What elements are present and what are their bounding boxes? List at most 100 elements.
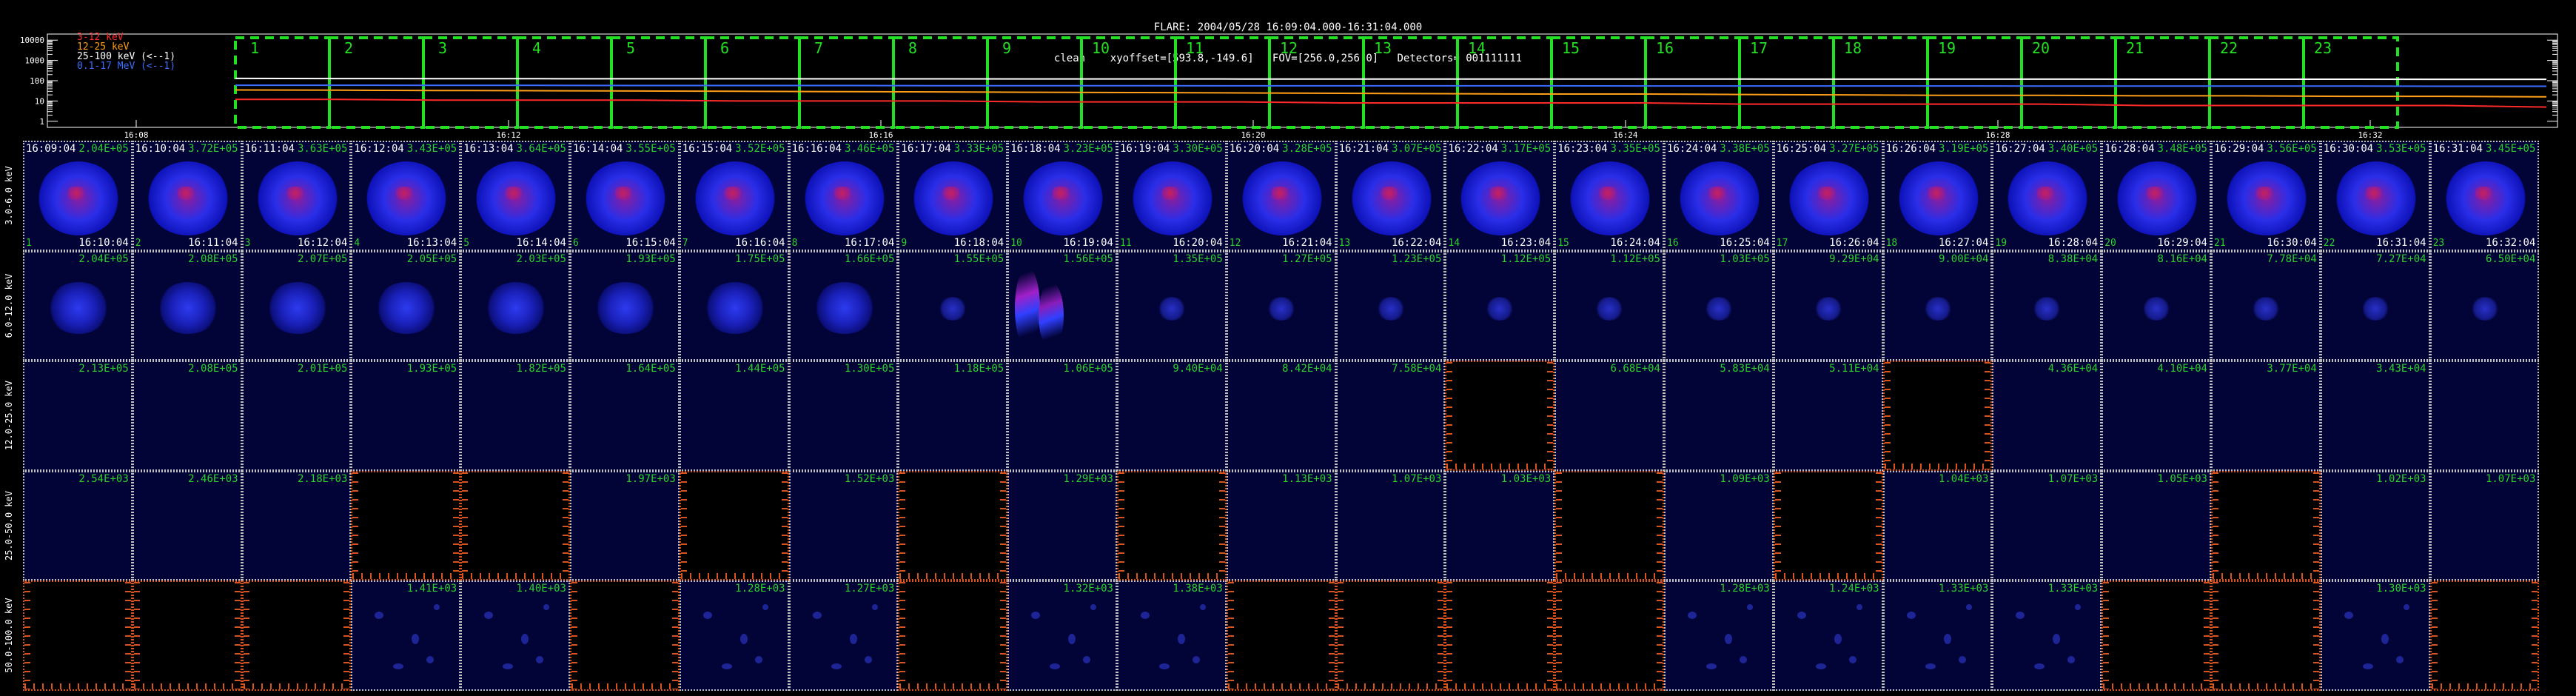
panel-index: 15 [1557, 237, 1569, 249]
source-emission [1268, 187, 1291, 200]
panel-start-time: 16:17:04 [901, 143, 951, 155]
panel-flux: 2.07E+05 [297, 252, 348, 265]
panel-index: 23 [2432, 237, 2445, 249]
image-panel: 9.00E+04 [1882, 250, 1993, 361]
panel-flux: 1.75E+05 [735, 252, 785, 265]
source-emission [2403, 604, 2409, 610]
panel-ticks [1337, 683, 1444, 689]
interval-label: 21 [2126, 39, 2144, 57]
panel-index: 3 [244, 237, 251, 249]
source-emission [864, 656, 872, 663]
source-emission [1157, 296, 1187, 321]
image-panel [351, 470, 461, 580]
source-emission [1704, 296, 1734, 321]
image-panel: 7.58E+04 [1335, 361, 1446, 471]
source-emission [1922, 296, 1953, 321]
panel-index: 18 [1885, 237, 1898, 249]
image-panel: 1.12E+05 [1554, 250, 1664, 361]
source-emission [702, 612, 712, 619]
interval-label: 14 [1468, 39, 1486, 57]
image-panel: 2.07E+05 [241, 250, 352, 361]
panel-end-time: 16:16:04 [735, 236, 785, 249]
panel-ticks [1337, 582, 1344, 689]
interval-label: 22 [2220, 39, 2238, 57]
panel-start-time: 16:18:04 [1010, 143, 1061, 155]
source-emission [1925, 187, 1948, 200]
panel-ticks [2213, 472, 2218, 579]
panel-end-time: 16:14:04 [516, 236, 566, 249]
panel-flux: 8.38E+04 [2047, 252, 2099, 265]
panel-ticks [1556, 683, 1663, 689]
panel-ticks [571, 683, 678, 689]
image-panel: 16:14:04 3.55E+05 16:15:04 6 [570, 141, 680, 251]
interval-label: 12 [1280, 39, 1298, 57]
panel-flux: 2.04E+05 [78, 143, 129, 155]
image-panel: 16:15:04 3.52E+05 16:16:04 7 [679, 141, 789, 251]
panel-flux: 7.58E+04 [1391, 363, 1442, 375]
image-panel: 16:31:04 3.45E+05 16:32:04 23 [2429, 141, 2540, 251]
panel-ticks [1656, 472, 1663, 579]
panel-start-time: 16:13:04 [463, 143, 514, 155]
source-emission [1141, 612, 1150, 619]
panel-flux: 1.30E+05 [844, 363, 895, 375]
panel-ticks [1118, 573, 1225, 579]
panel-flux: 3.43E+05 [406, 143, 457, 155]
panel-ticks [1985, 362, 1991, 469]
source-emission [265, 281, 329, 334]
image-panel: 8.38E+04 [1992, 250, 2102, 361]
source-emission [2253, 187, 2275, 200]
source-emission [612, 187, 634, 200]
panel-flux: 6.50E+04 [2485, 252, 2536, 265]
panel-ticks [2103, 683, 2210, 689]
panel-start-time: 16:24:04 [1667, 143, 1717, 155]
y-tick-label: 10 [35, 96, 44, 106]
source-emission [812, 281, 876, 334]
panel-flux: 1.07E+03 [2485, 472, 2536, 485]
panel-flux: 2.04E+05 [78, 252, 129, 265]
panel-ticks [352, 472, 359, 579]
source-emission [484, 281, 549, 334]
row-energy-label: 3.0-6.0 keV [4, 166, 14, 225]
source-emission [503, 663, 514, 669]
image-panel [1882, 361, 1993, 471]
x-tick-label: 16:28 [1985, 130, 2010, 140]
panel-ticks [234, 582, 241, 689]
panel-ticks [571, 582, 577, 689]
source-emission [1834, 634, 1842, 644]
panel-flux: 1.82E+05 [516, 363, 566, 375]
image-panel: 1.24E+03 [1773, 580, 1883, 691]
source-emission [1083, 656, 1091, 663]
panel-start-time: 16:26:04 [1885, 143, 1936, 155]
panel-index: 20 [2104, 237, 2116, 249]
image-panel: 1.27E+05 [1226, 250, 1336, 361]
source-emission [47, 281, 110, 334]
source-emission [375, 612, 384, 619]
source-emission [1193, 656, 1200, 663]
panel-flux: 1.35E+05 [1173, 252, 1223, 265]
panel-flux: 2.54E+03 [78, 472, 129, 485]
panel-flux: 4.10E+04 [2157, 363, 2207, 375]
panel-ticks [1000, 472, 1007, 579]
source-emission [831, 663, 842, 669]
source-emission [1958, 656, 1966, 663]
panel-flux: 1.41E+03 [406, 583, 457, 595]
source-emission [2034, 663, 2045, 669]
image-panel: 8.16E+04 [2102, 250, 2211, 361]
panel-start-time: 16:14:04 [573, 143, 623, 155]
panel-end-time: 16:17:04 [844, 236, 895, 249]
panel-ticks [1000, 582, 1007, 689]
interval-label: 15 [1562, 39, 1580, 57]
source-emission [1015, 267, 1041, 349]
panel-flux: 7.27E+04 [2376, 252, 2426, 265]
panel-flux: 3.55E+05 [625, 143, 676, 155]
panel-ticks [1446, 362, 1453, 469]
image-panel: 2.18E+03 [241, 470, 352, 580]
panel-index: 7 [682, 237, 688, 249]
image-panel: 1.66E+05 [788, 250, 899, 361]
source-emission [1725, 634, 1732, 644]
panel-ticks [671, 582, 678, 689]
source-emission [2360, 296, 2390, 321]
source-emission [2141, 296, 2172, 321]
panel-flux: 3.77E+04 [2267, 363, 2317, 375]
panel-flux: 9.40E+04 [1173, 363, 1223, 375]
